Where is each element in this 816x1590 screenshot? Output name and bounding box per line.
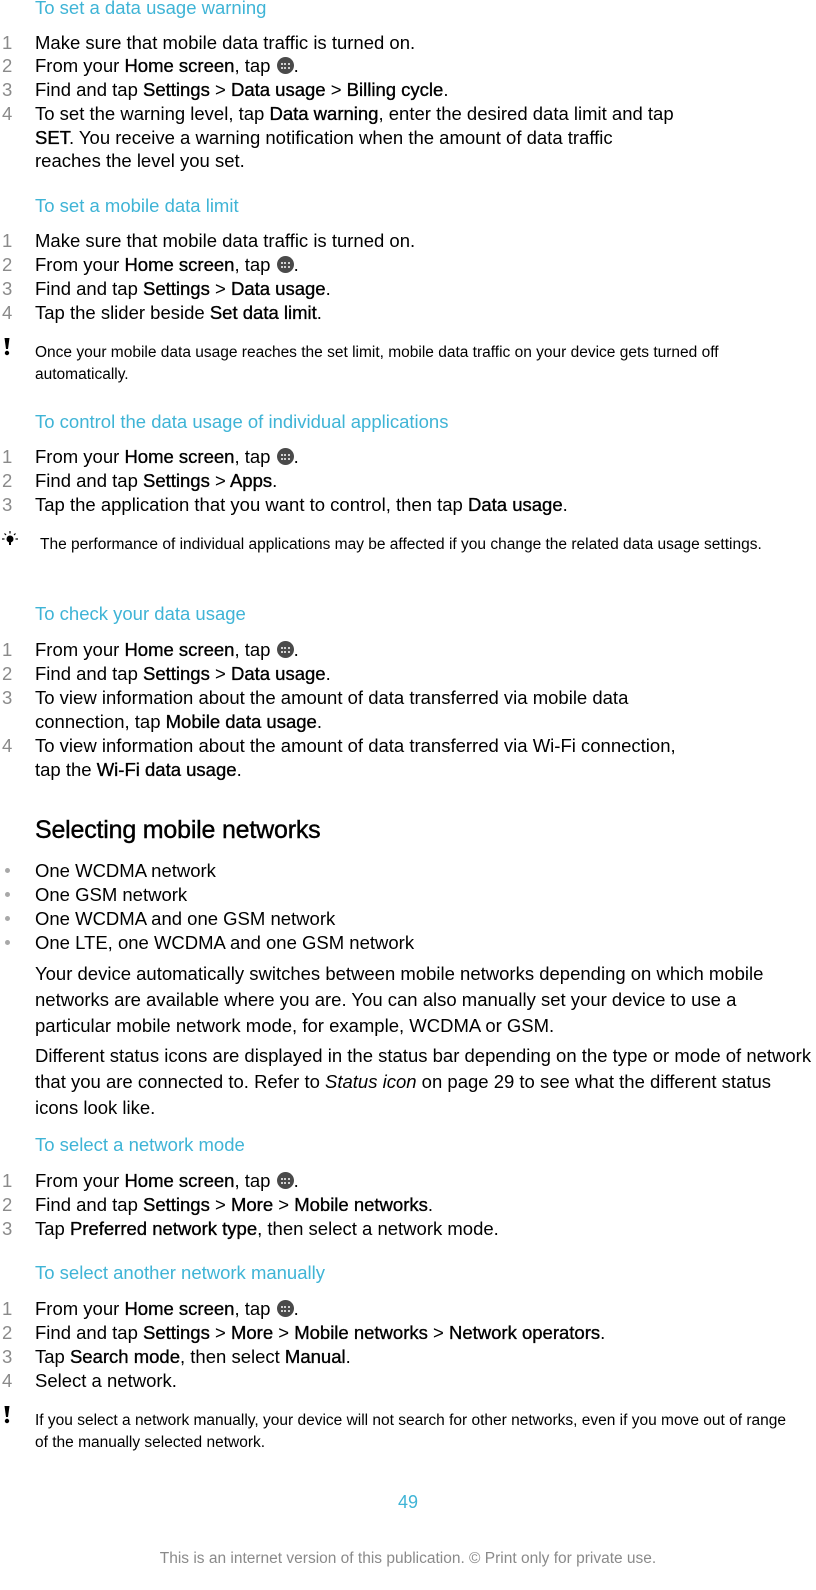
- step-number: 2: [2, 1194, 13, 1215]
- step-text: From your Home screen, tap .: [35, 55, 299, 76]
- note-text: Once your mobile data usage reaches the …: [35, 344, 719, 383]
- step-text: To view information about the amount of …: [35, 687, 629, 732]
- step-number: 4: [2, 1370, 13, 1391]
- apps-icon: [276, 448, 294, 465]
- step-text: Tap Preferred network type, then select …: [35, 1218, 499, 1239]
- step-number: 3: [2, 79, 13, 100]
- step-number: 3: [2, 687, 13, 708]
- step-number: 3: [2, 1218, 13, 1239]
- apps-icon: [276, 641, 294, 658]
- lightbulb-icon: [2, 531, 18, 545]
- step-text: Find and tap Settings > More > Mobile ne…: [35, 1194, 434, 1215]
- step-number: 2: [2, 254, 13, 275]
- step-text: From your Home screen, tap .: [35, 1298, 299, 1319]
- exclamation-icon: [4, 338, 10, 356]
- step-text: Find and tap Settings > More > Mobile ne…: [35, 1322, 606, 1343]
- step-text: To set the warning level, tap Data warni…: [35, 103, 674, 171]
- bullet-icon: [5, 940, 10, 945]
- step-number: 2: [2, 1322, 13, 1343]
- apps-icon: [276, 1300, 294, 1317]
- step-text: From your Home screen, tap .: [35, 639, 299, 660]
- step-number: 1: [2, 1170, 13, 1191]
- step-text: From your Home screen, tap .: [35, 1170, 299, 1191]
- step-text: Tap Search mode, then select Manual.: [35, 1346, 351, 1367]
- note-text: If you select a network manually, your d…: [35, 1412, 786, 1451]
- footer-notice: This is an internet version of this publ…: [159, 1550, 657, 1567]
- section-title-data-warning: To set a data usage warning: [35, 0, 267, 18]
- step-text: From your Home screen, tap .: [35, 446, 299, 467]
- step-number: 2: [2, 663, 13, 684]
- bullet-icon: [5, 916, 10, 921]
- page-number: 49: [397, 1492, 419, 1512]
- step-text: Find and tap Settings > Apps.: [35, 470, 278, 491]
- step-number: 1: [2, 32, 13, 53]
- step-number: 3: [2, 1346, 13, 1367]
- heading-selecting-networks: Selecting mobile networks: [35, 816, 321, 844]
- paragraph-auto-switch: Your device automatically switches betwe…: [35, 963, 764, 1036]
- step-number: 1: [2, 230, 13, 251]
- status-icon-link[interactable]: Status icon: [325, 1071, 417, 1092]
- step-text: Find and tap Settings > Data usage > Bil…: [35, 79, 449, 100]
- apps-icon: [276, 256, 294, 273]
- section-title-data-limit: To set a mobile data limit: [35, 195, 239, 216]
- step-number: 1: [2, 446, 13, 467]
- section-title-manual-network: To select another network manually: [35, 1262, 325, 1283]
- bullet-icon: [5, 892, 10, 897]
- step-number: 4: [2, 103, 13, 124]
- step-text: To view information about the amount of …: [35, 735, 676, 780]
- bullet-icon: [5, 868, 10, 873]
- step-text: Make sure that mobile data traffic is tu…: [35, 32, 416, 53]
- step-number: 3: [2, 278, 13, 299]
- step-number: 2: [2, 55, 13, 76]
- section-title-control-apps: To control the data usage of individual …: [35, 411, 449, 432]
- step-number: 1: [2, 1298, 13, 1319]
- section-title-network-mode: To select a network mode: [35, 1134, 245, 1155]
- apps-icon: [276, 1172, 294, 1189]
- step-text: Make sure that mobile data traffic is tu…: [35, 230, 416, 251]
- apps-icon: [276, 57, 294, 74]
- section-title-check-usage: To check your data usage: [35, 603, 246, 624]
- step-text: Find and tap Settings > Data usage.: [35, 278, 331, 299]
- step-number: 1: [2, 639, 13, 660]
- step-text: Tap the application that you want to con…: [35, 494, 568, 515]
- step-number: 2: [2, 470, 13, 491]
- step-number: 3: [2, 494, 13, 515]
- step-text: Tap the slider beside Set data limit.: [35, 302, 322, 323]
- step-number: 4: [2, 302, 13, 323]
- step-text: Select a network.: [35, 1370, 177, 1391]
- paragraph-status-icons: Different status icons are displayed in …: [35, 1045, 812, 1118]
- step-number: 4: [2, 735, 13, 756]
- step-text: From your Home screen, tap .: [35, 254, 299, 275]
- exclamation-icon: [4, 1406, 10, 1424]
- tip-text: The performance of individual applicatio…: [40, 536, 762, 553]
- step-text: Find and tap Settings > Data usage.: [35, 663, 331, 684]
